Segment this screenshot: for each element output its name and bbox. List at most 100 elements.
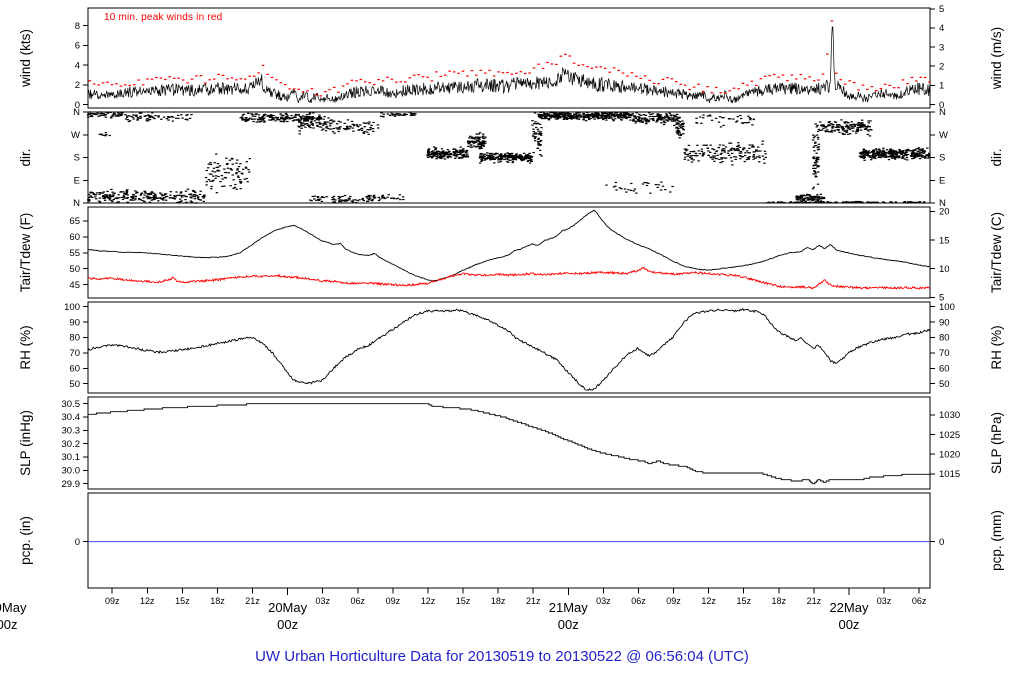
ytick-label-right: 100	[939, 302, 955, 313]
ytick-label-left: 30.0	[62, 466, 81, 477]
xtick-label: 06z	[912, 596, 927, 606]
ylabel-right-dir: dir.	[989, 148, 1004, 166]
ylabel-left-pcp: pcp. (in)	[18, 516, 33, 565]
ylabel-right-slp: SLP (hPa)	[989, 412, 1004, 474]
xtick-date-label: 19May	[0, 600, 27, 615]
ylabel-right-pcp: pcp. (mm)	[989, 510, 1004, 571]
ytick-label-left: 65	[69, 216, 80, 227]
ytick-label-left: 50	[69, 264, 80, 275]
xtick-label: 18z	[772, 596, 787, 606]
xtick-label: 09z	[666, 596, 681, 606]
slp-slp-line	[88, 403, 930, 485]
ytick-label-left: N	[73, 198, 80, 209]
peak-winds-annotation: 10 min. peak winds in red	[104, 12, 223, 23]
xtick-label: 09z	[386, 596, 401, 606]
ytick-label-right: W	[939, 130, 948, 141]
ytick-label-left: 90	[69, 317, 80, 328]
dir-scatter	[86, 111, 931, 204]
xtick-label: 18z	[491, 596, 506, 606]
ytick-label-right: 1	[939, 81, 944, 92]
ylabel-right-rh: RH (%)	[989, 325, 1004, 369]
ytick-label-right: S	[939, 153, 945, 164]
ytick-label-right: N	[939, 107, 946, 118]
ytick-label-right: 1015	[939, 469, 960, 480]
ytick-label-left: 60	[69, 364, 80, 375]
ylabel-right-wind: wind (m/s)	[989, 27, 1004, 90]
xtick-date-sublabel: 00z	[838, 617, 859, 632]
page-title: UW Urban Horticulture Data for 20130519 …	[255, 648, 749, 665]
ytick-label-right: 5	[939, 4, 944, 15]
ytick-label-left: 6	[75, 41, 80, 52]
ytick-label-left: N	[73, 107, 80, 118]
xtick-date-label: 22May	[829, 600, 869, 615]
ytick-label-left: 30.4	[62, 412, 81, 423]
panel-temp-border	[87, 206, 931, 299]
xtick-label: 06z	[351, 596, 366, 606]
ytick-label-left: 80	[69, 333, 80, 344]
temp-tdew-line	[87, 266, 931, 290]
ytick-label-right: 60	[939, 364, 950, 375]
ytick-label-left: 70	[69, 348, 80, 359]
xtick-label: 12z	[421, 596, 436, 606]
xtick-label: 03z	[877, 596, 892, 606]
xtick-label: 12z	[140, 596, 155, 606]
ytick-label-left: 50	[69, 379, 80, 390]
xtick-date-sublabel: 00z	[558, 617, 579, 632]
ytick-label-left: 55	[69, 248, 80, 259]
ytick-label-left: 4	[75, 60, 80, 71]
xtick-date-sublabel: 00z	[0, 617, 17, 632]
xtick-label: 12z	[701, 596, 716, 606]
ylabel-left-dir: dir.	[18, 148, 33, 166]
xtick-label: 15z	[456, 596, 471, 606]
ytick-label-right: 1025	[939, 430, 960, 441]
ylabel-left-temp: Tair/Tdew (F)	[18, 213, 33, 293]
ytick-label-right: 90	[939, 317, 950, 328]
ytick-label-right: 2	[939, 61, 944, 72]
ylabel-left-wind: wind (kts)	[18, 29, 33, 88]
ytick-label-left: 0	[75, 537, 80, 548]
xtick-label: 15z	[736, 596, 751, 606]
ytick-label-left: E	[74, 175, 80, 186]
xtick-date-sublabel: 00z	[277, 617, 298, 632]
ytick-label-left: 45	[69, 280, 80, 291]
ylabel-left-rh: RH (%)	[18, 325, 33, 369]
ytick-label-left: 60	[69, 232, 80, 243]
ytick-label-left: 29.9	[62, 479, 81, 490]
chart-canvas: 02468012345wind (kts) wind (m/s)NWSENNWSE…	[0, 4, 1004, 632]
panel-rh-border	[87, 301, 931, 394]
ytick-label-right: 80	[939, 333, 950, 344]
ytick-label-left: 30.1	[62, 452, 81, 463]
xtick-date-label: 20May	[268, 600, 308, 615]
temp-tair-line	[87, 209, 931, 282]
panel-wind-border	[87, 7, 931, 109]
ytick-label-right: 50	[939, 379, 950, 390]
xtick-label: 03z	[596, 596, 611, 606]
ytick-label-left: 8	[75, 21, 80, 32]
ytick-label-left: W	[71, 130, 80, 141]
xtick-label: 21z	[526, 596, 541, 606]
ytick-label-left: 30.3	[62, 426, 81, 437]
ytick-label-right: 0	[939, 537, 944, 548]
ytick-label-left: 30.2	[62, 439, 81, 450]
xtick-date-label: 21May	[549, 600, 589, 615]
ytick-label-right: 3	[939, 42, 944, 53]
xtick-label: 06z	[631, 596, 646, 606]
xtick-label: 18z	[210, 596, 225, 606]
ytick-label-right: 4	[939, 23, 944, 34]
ylabel-right-temp: Tair/Tdew (C)	[989, 212, 1004, 293]
ytick-label-right: 10	[939, 264, 950, 275]
ylabel-left-slp: SLP (inHg)	[18, 410, 33, 476]
ytick-label-right: 20	[939, 207, 950, 218]
xtick-label: 21z	[245, 596, 260, 606]
ytick-label-left: 30.5	[62, 399, 81, 410]
xtick-label: 09z	[105, 596, 120, 606]
ytick-label-right: 70	[939, 348, 950, 359]
panel-slp-border	[87, 396, 931, 490]
rh-rh-line	[87, 307, 931, 392]
xtick-label: 03z	[315, 596, 330, 606]
xtick-label: 21z	[807, 596, 822, 606]
wind-wind-avg-line	[87, 26, 931, 104]
panel-pcp-border	[87, 492, 931, 589]
ytick-label-left: 2	[75, 80, 80, 91]
ytick-label-right: 1020	[939, 449, 960, 460]
